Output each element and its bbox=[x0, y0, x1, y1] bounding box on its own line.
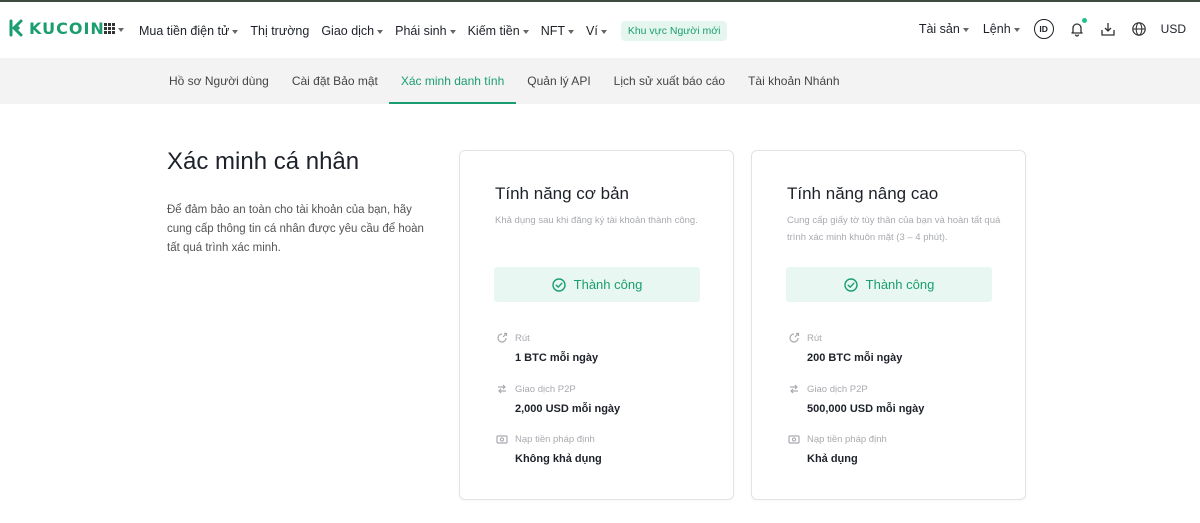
apps-grid-icon bbox=[104, 23, 115, 34]
status-text: Thành công bbox=[865, 277, 935, 292]
nav-nft[interactable]: NFT bbox=[541, 24, 574, 38]
status-badge: Thành công bbox=[494, 267, 700, 302]
nav-derivatives[interactable]: Phái sinh bbox=[395, 24, 456, 38]
feature-value: 200 BTC mỗi ngày bbox=[807, 352, 903, 364]
nav-wallet[interactable]: Ví bbox=[586, 24, 607, 38]
brand-name: KUCOIN bbox=[29, 18, 105, 38]
feature-value: 2,000 USD mỗi ngày bbox=[515, 403, 621, 415]
feature-label: Giao dịch P2P bbox=[515, 383, 576, 395]
chevron-down-icon bbox=[232, 30, 239, 34]
kucoin-logo-icon bbox=[9, 19, 23, 37]
feature-value: Không khả dụng bbox=[515, 453, 602, 465]
notification-dot bbox=[1080, 17, 1088, 24]
nav-label: Kiếm tiền bbox=[467, 24, 520, 38]
currency-selector[interactable]: USD bbox=[1161, 22, 1186, 36]
withdraw-icon bbox=[497, 332, 508, 343]
nav-label: Mua tiền điện tử bbox=[139, 24, 230, 38]
nav-label: Phái sinh bbox=[395, 24, 447, 38]
chevron-down-icon bbox=[600, 30, 607, 34]
status-text: Thành công bbox=[573, 277, 643, 292]
check-circle-icon bbox=[843, 277, 858, 292]
feature-p2p: Giao dịch P2P 500,000 USD mỗi ngày bbox=[788, 383, 924, 415]
assets-menu[interactable]: Tài sản bbox=[919, 22, 969, 36]
feature-label: Nạp tiền pháp định bbox=[807, 433, 887, 445]
orders-label: Lệnh bbox=[982, 22, 1011, 36]
basic-features-card: Tính năng cơ bản Khả dụng sau khi đăng k… bbox=[459, 150, 734, 500]
card-title: Tính năng cơ bản bbox=[495, 184, 630, 203]
orders-menu[interactable]: Lệnh bbox=[983, 22, 1020, 36]
page-description: Để đảm bảo an toàn cho tài khoản của bạn… bbox=[167, 204, 424, 254]
globe-icon bbox=[1131, 22, 1146, 36]
account-subnav: Hồ sơ Người dùng Cài đặt Bảo mật Xác min… bbox=[0, 58, 1200, 104]
feature-withdraw: Rút 200 BTC mỗi ngày bbox=[788, 332, 902, 364]
top-header: KUCOIN Mua tiền điện tử Thị trường Giao … bbox=[0, 2, 1200, 58]
feature-label: Giao dịch P2P bbox=[807, 383, 868, 395]
feature-p2p: Giao dịch P2P 2,000 USD mỗi ngày bbox=[496, 383, 620, 415]
notifications-button[interactable] bbox=[1068, 17, 1088, 38]
page-title: Xác minh cá nhân bbox=[167, 148, 360, 175]
nav-label: NFT bbox=[540, 24, 565, 38]
tab-sub-accounts[interactable]: Tài khoản Nhánh bbox=[748, 58, 839, 104]
nav-markets[interactable]: Thị trường bbox=[250, 24, 309, 38]
chevron-down-icon bbox=[568, 30, 574, 34]
feature-value: 500,000 USD mỗi ngày bbox=[807, 403, 925, 415]
newcomer-zone-badge[interactable]: Khu vực Người mới bbox=[620, 21, 728, 41]
nav-label: Thị trường bbox=[250, 24, 310, 38]
p2p-icon bbox=[498, 384, 506, 394]
nav-label: Giao dịch bbox=[321, 24, 375, 38]
nav-buy-crypto[interactable]: Mua tiền điện tử bbox=[139, 24, 239, 38]
check-circle-icon bbox=[551, 277, 566, 292]
language-button[interactable] bbox=[1130, 20, 1148, 38]
feature-fiat-deposit: Nạp tiền pháp định Không khả dụng bbox=[496, 433, 602, 465]
tab-identity-verification[interactable]: Xác minh danh tính bbox=[388, 58, 517, 104]
p2p-icon bbox=[790, 384, 798, 394]
tab-user-profile[interactable]: Hồ sơ Người dùng bbox=[169, 58, 269, 104]
fiat-deposit-icon bbox=[496, 435, 508, 444]
feature-withdraw: Rút 1 BTC mỗi ngày bbox=[496, 332, 598, 364]
assets-label: Tài sản bbox=[918, 22, 960, 36]
download-button[interactable] bbox=[1099, 20, 1117, 38]
feature-label: Rút bbox=[515, 332, 530, 344]
apps-menu-button[interactable] bbox=[104, 23, 124, 34]
advanced-features-card: Tính năng nâng cao Cung cấp giấy tờ tùy … bbox=[751, 150, 1026, 500]
withdraw-icon bbox=[789, 332, 800, 343]
feature-value: 1 BTC mỗi ngày bbox=[515, 352, 599, 364]
chevron-down-icon bbox=[118, 27, 124, 32]
fiat-deposit-icon bbox=[788, 435, 800, 444]
header-right: Tài sản Lệnh ID USD bbox=[919, 17, 1186, 39]
status-badge: Thành công bbox=[786, 267, 992, 302]
tab-export-history[interactable]: Lịch sử xuất báo cáo bbox=[614, 58, 725, 104]
chevron-down-icon bbox=[522, 30, 529, 34]
tab-api-management[interactable]: Quản lý API bbox=[527, 58, 590, 104]
chevron-down-icon bbox=[962, 28, 969, 32]
card-subtitle: Khả dụng sau khi đăng ký tài khoản thành… bbox=[495, 215, 698, 226]
tab-security-settings[interactable]: Cài đặt Bảo mật bbox=[292, 58, 378, 104]
kucoin-logo[interactable]: KUCOIN bbox=[5, 18, 105, 38]
card-subtitle: Cung cấp giấy tờ tùy thân của bạn và hoà… bbox=[787, 215, 1001, 243]
feature-fiat-deposit: Nạp tiền pháp định Khả dụng bbox=[788, 433, 887, 465]
chevron-down-icon bbox=[1013, 28, 1020, 32]
chevron-down-icon bbox=[377, 30, 384, 34]
download-icon bbox=[1101, 23, 1115, 36]
card-title: Tính năng nâng cao bbox=[787, 184, 939, 203]
feature-value: Khả dụng bbox=[807, 453, 858, 465]
feature-label: Nạp tiền pháp định bbox=[515, 433, 595, 445]
nav-earn[interactable]: Kiếm tiền bbox=[468, 24, 529, 38]
chevron-down-icon bbox=[449, 30, 456, 34]
feature-label: Rút bbox=[807, 332, 822, 344]
nav-trade[interactable]: Giao dịch bbox=[321, 24, 384, 38]
nav-label: Ví bbox=[586, 24, 598, 38]
account-id-button[interactable]: ID bbox=[1033, 19, 1054, 39]
main-nav: Mua tiền điện tử Thị trường Giao dịch Ph… bbox=[139, 21, 728, 41]
